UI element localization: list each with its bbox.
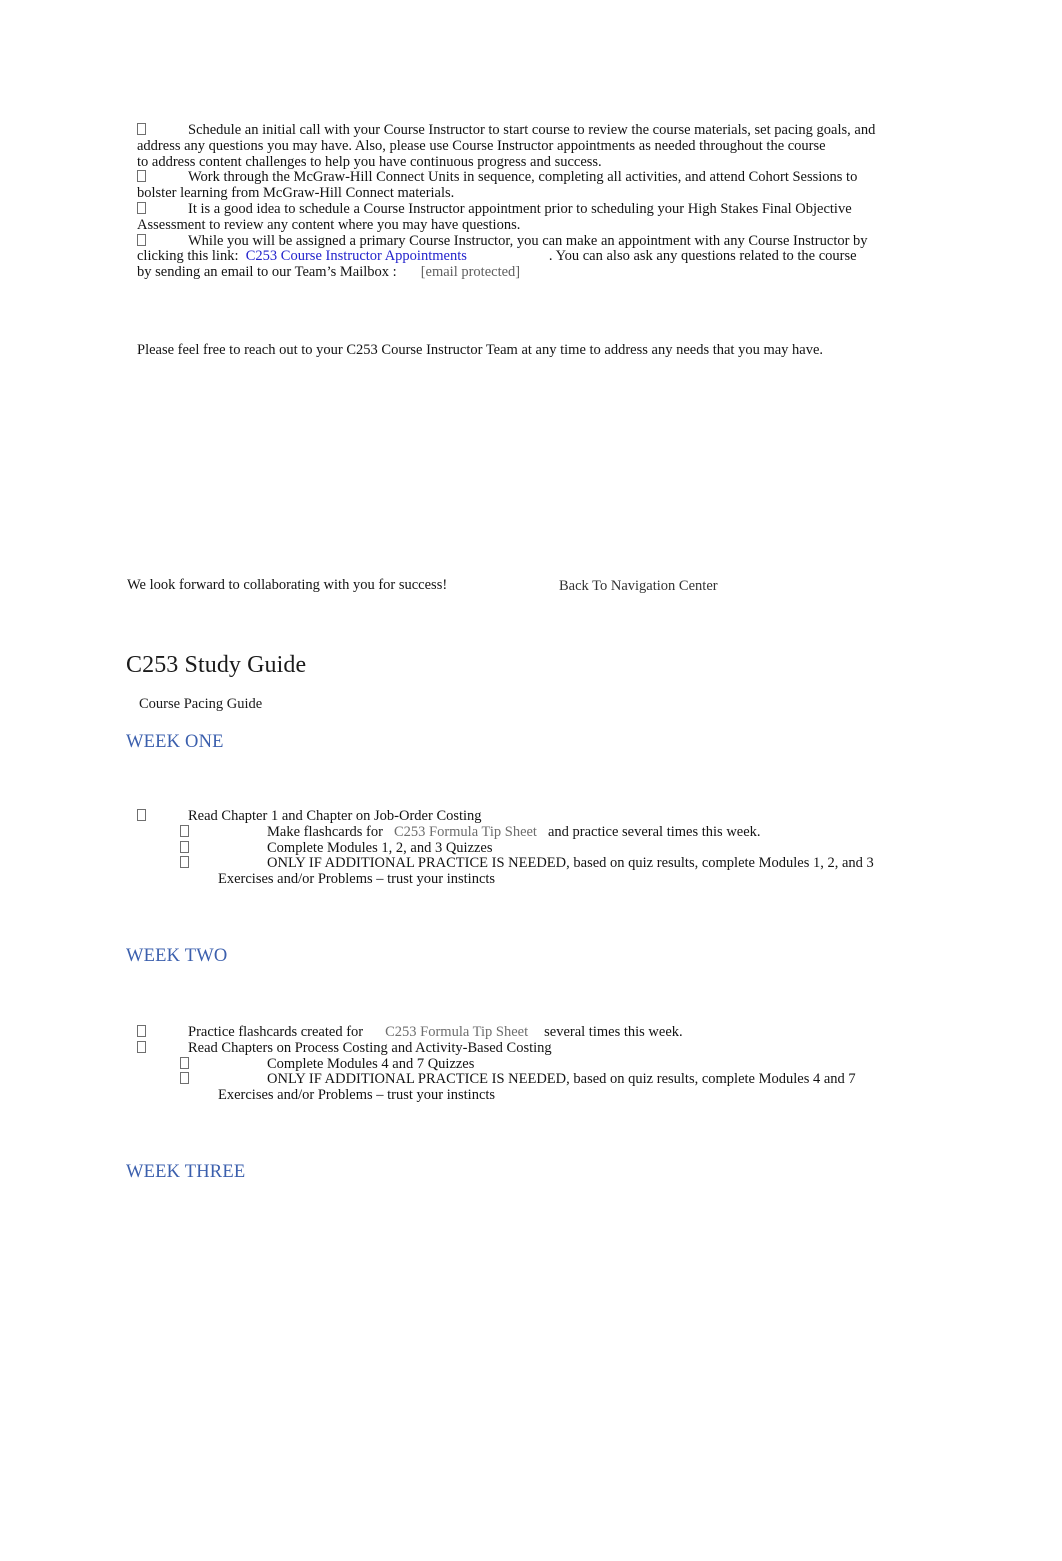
list-item: Read Chapter 1 and Chapter on Job-Order … (137, 808, 897, 825)
bullet-marker-icon (137, 201, 146, 214)
list-item-text: Read Chapter 1 and Chapter on Job-Order … (188, 808, 482, 824)
reach-out-paragraph: Please feel free to reach out to your C2… (137, 342, 824, 358)
bullet-marker-icon (180, 1056, 189, 1069)
list-item: Schedule an initial call with your Cours… (137, 122, 877, 139)
week-two-heading: WEEK TWO (126, 946, 228, 966)
list-item: While you will be assigned a primary Cou… (137, 232, 877, 250)
page-title: C253 Study Guide (126, 652, 307, 678)
bullet-marker-icon (137, 233, 146, 246)
list-item-text: Practice flashcards created for (188, 1024, 364, 1040)
list-item-text: Complete Modules 1, 2, and 3 Quizzes (267, 839, 493, 856)
list-item-text: bolster learning from McGraw-Hill Connec… (137, 185, 455, 202)
week-two-list: Practice flashcards created for C253 Form… (137, 1024, 897, 1104)
look-forward-text: We look forward to collaborating with yo… (127, 577, 448, 593)
week-one-heading: WEEK ONE (126, 732, 224, 752)
list-item: Work through the McGraw-Hill Connect Uni… (137, 169, 877, 186)
week-one-list: Read Chapter 1 and Chapter on Job-Order … (137, 808, 897, 888)
document-page: Schedule an initial call with your Cours… (0, 0, 1062, 1561)
page-subtitle: Course Pacing Guide (139, 696, 263, 712)
bullet-marker-icon (137, 1040, 146, 1053)
list-item-text: Read Chapters on Process Costing and Act… (188, 1039, 552, 1056)
list-item-text: While you will be assigned a primary Cou… (188, 232, 868, 249)
list-item-continuation: to address content challenges to help yo… (137, 153, 877, 171)
bullet-marker-icon (180, 824, 189, 837)
list-item: It is a good idea to schedule a Course I… (137, 200, 877, 218)
intro-bullet-list: Schedule an initial call with your Cours… (137, 122, 877, 281)
list-item: Complete Modules 1, 2, and 3 Quizzes (137, 839, 897, 857)
list-item: Read Chapters on Process Costing and Act… (137, 1039, 897, 1057)
bullet-marker-icon (137, 809, 146, 821)
list-item-text: . You can also ask any questions related… (548, 248, 857, 265)
list-item-text: by sending an email to our Team’s Mailbo… (137, 264, 397, 281)
formula-tip-sheet-link[interactable]: C253 Formula Tip Sheet (385, 1024, 528, 1040)
bullet-marker-icon (180, 856, 189, 869)
list-item-text: and practice several times this week. (547, 823, 761, 840)
list-item-continuation: Exercises and/or Problems – trust your i… (218, 1087, 496, 1104)
list-item-text: clicking this link: (137, 248, 239, 265)
list-item-continuation: address any questions you may have. Also… (137, 137, 877, 155)
bullet-marker-icon (137, 170, 146, 183)
list-item-text: address any questions you may have. Also… (137, 137, 826, 154)
list-item-text: to address content challenges to help yo… (137, 153, 602, 170)
list-item: ONLY IF ADDITIONAL PRACTICE IS NEEDED, b… (137, 1071, 897, 1088)
team-mailbox-email[interactable]: [email protected] (421, 264, 520, 280)
list-item-continuation: by sending an email to our Team’s Mailbo… (137, 264, 877, 281)
bullet-marker-icon (180, 1072, 189, 1085)
list-item: Complete Modules 4 and 7 Quizzes (137, 1055, 897, 1073)
list-item: ONLY IF ADDITIONAL PRACTICE IS NEEDED, b… (137, 855, 897, 872)
list-item: Practice flashcards created for C253 Form… (137, 1024, 897, 1041)
bullet-marker-icon (180, 840, 189, 853)
list-item-text: Work through the McGraw-Hill Connect Uni… (188, 169, 858, 186)
list-item-text: Assessment to review any content where y… (137, 216, 521, 233)
bullet-marker-icon (137, 1025, 146, 1037)
list-item-text: Make flashcards for (267, 823, 383, 840)
course-instructor-appointments-link[interactable]: C253 Course Instructor Appointments (246, 248, 467, 264)
list-item: Make flashcards for C253 Formula Tip Shee… (137, 823, 897, 841)
formula-tip-sheet-link[interactable]: C253 Formula Tip Sheet (394, 824, 537, 840)
list-item-text: It is a good idea to schedule a Course I… (188, 200, 852, 217)
list-item-text: several times this week. (544, 1024, 683, 1040)
back-to-navigation-center-link[interactable]: Back To Navigation Center (559, 578, 718, 594)
list-item-continuation: Assessment to review any content where y… (137, 216, 877, 234)
list-item-text: Schedule an initial call with your Cours… (188, 122, 876, 138)
list-item-continuation: bolster learning from McGraw-Hill Connec… (137, 185, 877, 202)
list-item-text: ONLY IF ADDITIONAL PRACTICE IS NEEDED, b… (267, 855, 874, 872)
week-three-heading: WEEK THREE (126, 1162, 246, 1182)
list-item-continuation: clicking this link: C253 Course Instruct… (137, 248, 877, 265)
list-item-continuation: Exercises and/or Problems – trust your i… (218, 871, 496, 888)
bullet-marker-icon (137, 123, 146, 135)
list-item-text: ONLY IF ADDITIONAL PRACTICE IS NEEDED, b… (267, 1071, 856, 1088)
list-item-text: Complete Modules 4 and 7 Quizzes (267, 1055, 475, 1072)
